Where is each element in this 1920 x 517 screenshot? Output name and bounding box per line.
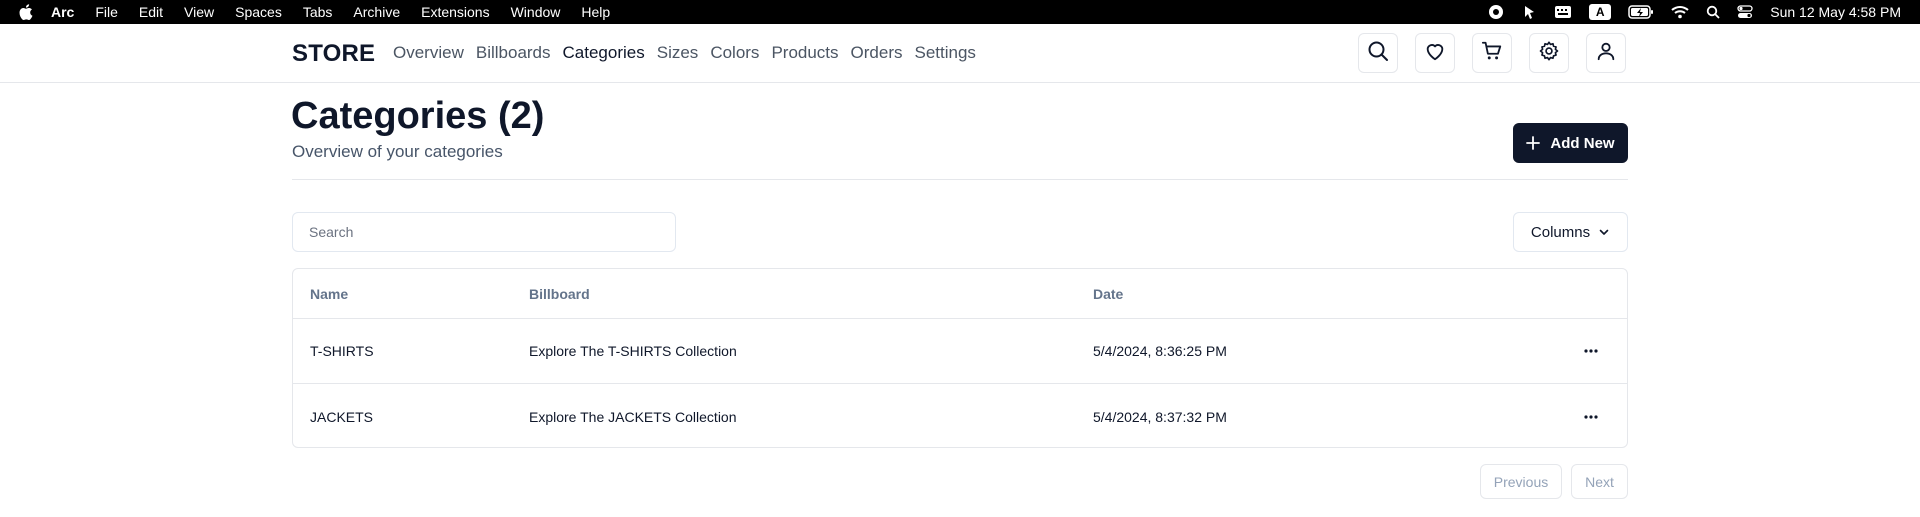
app-header: STORE Overview Billboards Categories Siz…	[0, 24, 1920, 83]
record-icon[interactable]	[1488, 4, 1504, 20]
plus-icon	[1526, 136, 1541, 150]
menu-edit[interactable]: Edit	[139, 4, 163, 20]
table-row[interactable]: JACKETS Explore The JACKETS Collection 5…	[293, 384, 1627, 447]
nav-orders[interactable]: Orders	[851, 43, 903, 63]
wishlist-button[interactable]	[1415, 33, 1455, 73]
gear-icon	[1538, 40, 1560, 67]
nav-products[interactable]: Products	[771, 43, 838, 63]
search-button[interactable]	[1358, 33, 1398, 73]
nav-settings[interactable]: Settings	[915, 43, 976, 63]
add-new-button[interactable]: Add New	[1513, 123, 1628, 163]
heading-divider	[292, 179, 1628, 180]
page-title: Categories (2)	[291, 95, 545, 137]
settings-button[interactable]	[1529, 33, 1569, 73]
search-input[interactable]	[292, 212, 676, 252]
nav-billboards[interactable]: Billboards	[476, 43, 551, 63]
nav-overview[interactable]: Overview	[393, 43, 464, 63]
menu-bar: Arc File Edit View Spaces Tabs Archive E…	[0, 0, 1920, 24]
menu-tabs[interactable]: Tabs	[303, 4, 333, 20]
more-horizontal-icon[interactable]	[1581, 384, 1601, 447]
columns-label: Columns	[1530, 223, 1591, 241]
cart-icon	[1481, 40, 1503, 67]
cell-billboard: Explore The JACKETS Collection	[529, 408, 737, 425]
column-header-date[interactable]: Date	[1093, 269, 1123, 318]
nav-sizes[interactable]: Sizes	[657, 43, 699, 63]
menu-file[interactable]: File	[95, 4, 118, 20]
table-row[interactable]: T-SHIRTS Explore The T-SHIRTS Collection…	[293, 319, 1627, 384]
store-brand[interactable]: STORE	[292, 40, 375, 68]
nav-categories[interactable]: Categories	[563, 43, 645, 63]
table-header-row: Name Billboard Date	[293, 269, 1627, 319]
spotlight-icon[interactable]	[1706, 5, 1720, 19]
menubar-clock[interactable]: Sun 12 May 4:58 PM	[1770, 4, 1901, 20]
previous-button[interactable]: Previous	[1480, 464, 1562, 499]
cart-button[interactable]	[1472, 33, 1512, 73]
cell-date: 5/4/2024, 8:37:32 PM	[1093, 408, 1227, 425]
user-icon	[1595, 40, 1617, 67]
columns-button[interactable]: Columns	[1513, 212, 1628, 252]
menu-archive[interactable]: Archive	[353, 4, 400, 20]
column-header-billboard[interactable]: Billboard	[529, 269, 590, 318]
nav-colors[interactable]: Colors	[710, 43, 759, 63]
menu-window[interactable]: Window	[511, 4, 561, 20]
control-center-icon[interactable]	[1737, 5, 1753, 19]
header-actions	[1358, 33, 1626, 73]
input-source-icon[interactable]: A	[1589, 4, 1612, 20]
cell-date: 5/4/2024, 8:36:25 PM	[1093, 343, 1227, 359]
account-button[interactable]	[1586, 33, 1626, 73]
next-button[interactable]: Next	[1571, 464, 1628, 499]
menu-view[interactable]: View	[184, 4, 214, 20]
page-subtitle: Overview of your categories	[292, 142, 503, 161]
menu-spaces[interactable]: Spaces	[235, 4, 282, 20]
status-area: A Sun 12 May 4:58 PM	[1488, 0, 1920, 24]
apple-icon[interactable]	[19, 4, 33, 20]
menu-extensions[interactable]: Extensions	[421, 4, 489, 20]
menu-help[interactable]: Help	[581, 4, 610, 20]
more-horizontal-icon[interactable]	[1581, 319, 1601, 383]
search-icon	[1367, 40, 1389, 67]
add-new-label: Add New	[1550, 134, 1615, 152]
categories-table: Name Billboard Date T-SHIRTS Explore The…	[292, 268, 1628, 448]
heart-icon	[1424, 40, 1446, 67]
keyboard-icon[interactable]	[1554, 5, 1572, 19]
main-nav: Overview Billboards Categories Sizes Col…	[393, 43, 988, 63]
input-source-label: A	[1589, 4, 1612, 20]
cell-name: T-SHIRTS	[310, 343, 374, 359]
menu-arc[interactable]: Arc	[51, 4, 74, 20]
battery-icon[interactable]	[1628, 5, 1654, 19]
wifi-icon[interactable]	[1671, 5, 1689, 19]
cell-name: JACKETS	[310, 408, 374, 425]
cell-billboard: Explore The T-SHIRTS Collection	[529, 343, 737, 359]
column-header-name[interactable]: Name	[310, 269, 348, 318]
cursor-icon[interactable]	[1521, 4, 1537, 20]
chevron-down-icon	[1598, 226, 1610, 238]
